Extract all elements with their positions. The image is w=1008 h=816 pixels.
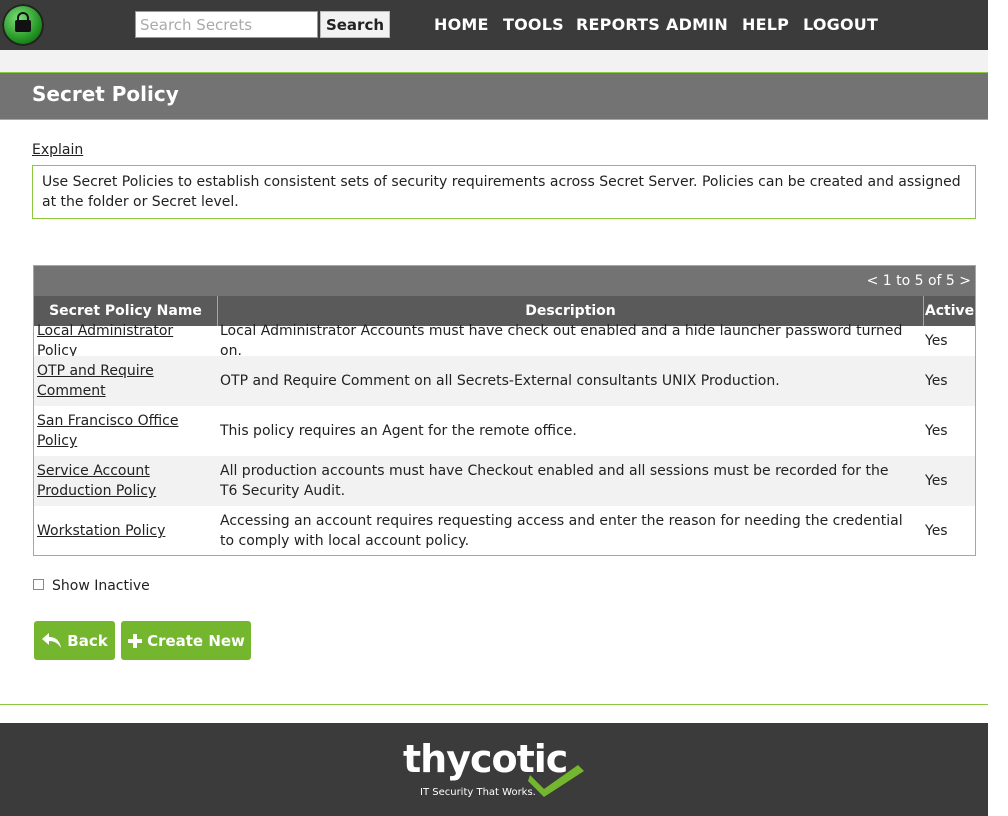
policy-active: Yes — [925, 333, 948, 349]
show-inactive-label[interactable]: Show Inactive — [52, 578, 150, 594]
table-row: Workstation Policy Accessing an account … — [34, 506, 975, 556]
policy-name-link[interactable]: Local Administrator Policy — [37, 321, 217, 361]
policy-name-cell: Local Administrator Policy — [37, 323, 217, 359]
table-row: San Francisco Office Policy This policy … — [34, 406, 975, 456]
sub-bar — [0, 50, 988, 72]
top-bar: Search HOME TOOLS REPORTS ADMIN HELP LOG… — [0, 0, 988, 50]
footer-tagline: IT Security That Works. — [420, 787, 536, 798]
nav-help[interactable]: HELP — [742, 15, 789, 34]
policy-name-cell: San Francisco Office Policy — [37, 406, 187, 456]
back-arrow-icon — [42, 632, 62, 648]
plus-icon — [128, 633, 143, 648]
policy-description: Local Administrator Accounts must have c… — [220, 323, 903, 359]
back-button[interactable]: Back — [34, 621, 115, 660]
policy-name-cell: OTP and Require Comment — [37, 356, 187, 406]
footer-divider — [0, 704, 988, 705]
policy-name-cell: Workstation Policy — [37, 506, 187, 556]
search-input[interactable] — [135, 11, 318, 38]
column-header-active[interactable]: Active — [923, 296, 975, 326]
lock-body — [15, 20, 31, 32]
policy-name-link[interactable]: Service Account Production Policy — [37, 461, 187, 501]
policy-description: All production accounts must have Checko… — [220, 463, 889, 499]
policy-active: Yes — [925, 523, 948, 539]
policy-description: This policy requires an Agent for the re… — [220, 423, 577, 439]
nav-tools[interactable]: TOOLS — [503, 15, 564, 34]
policy-description: OTP and Require Comment on all Secrets-E… — [220, 373, 780, 389]
explain-link[interactable]: Explain — [32, 142, 83, 158]
nav-reports[interactable]: REPORTS — [576, 15, 660, 34]
table-row: Service Account Production Policy All pr… — [34, 456, 975, 506]
grid-pager: < 1 to 5 of 5 > — [34, 266, 975, 296]
policy-name-link[interactable]: Workstation Policy — [37, 521, 165, 541]
policy-name-cell: Service Account Production Policy — [37, 456, 187, 506]
policy-name-link[interactable]: San Francisco Office Policy — [37, 411, 187, 451]
back-button-label: Back — [67, 631, 108, 650]
show-inactive-checkbox[interactable] — [33, 579, 44, 590]
create-new-button[interactable]: Create New — [121, 621, 251, 660]
pager-text[interactable]: < 1 to 5 of 5 > — [867, 273, 971, 289]
table-row: OTP and Require Comment OTP and Require … — [34, 356, 975, 406]
search-button[interactable]: Search — [320, 11, 390, 38]
explain-box: Use Secret Policies to establish consist… — [32, 165, 976, 219]
create-new-button-label: Create New — [147, 631, 245, 650]
policy-active: Yes — [925, 373, 948, 389]
title-bar: Secret Policy — [0, 72, 988, 120]
nav-logout[interactable]: LOGOUT — [803, 15, 878, 34]
footer: thycotic IT Security That Works. — [0, 723, 988, 816]
lock-logo-icon[interactable] — [2, 4, 44, 46]
policy-active: Yes — [925, 423, 948, 439]
policy-description: Accessing an account requires requesting… — [220, 513, 903, 549]
table-row: Local Administrator Policy Local Adminis… — [34, 323, 975, 359]
policy-active: Yes — [925, 473, 948, 489]
nav-home[interactable]: HOME — [434, 15, 489, 34]
page-title: Secret Policy — [32, 82, 179, 106]
nav-admin[interactable]: ADMIN — [666, 15, 728, 34]
policy-grid: < 1 to 5 of 5 > Secret Policy Name Descr… — [33, 265, 976, 556]
checkmark-icon — [528, 765, 584, 797]
policy-name-link[interactable]: OTP and Require Comment — [37, 361, 187, 401]
